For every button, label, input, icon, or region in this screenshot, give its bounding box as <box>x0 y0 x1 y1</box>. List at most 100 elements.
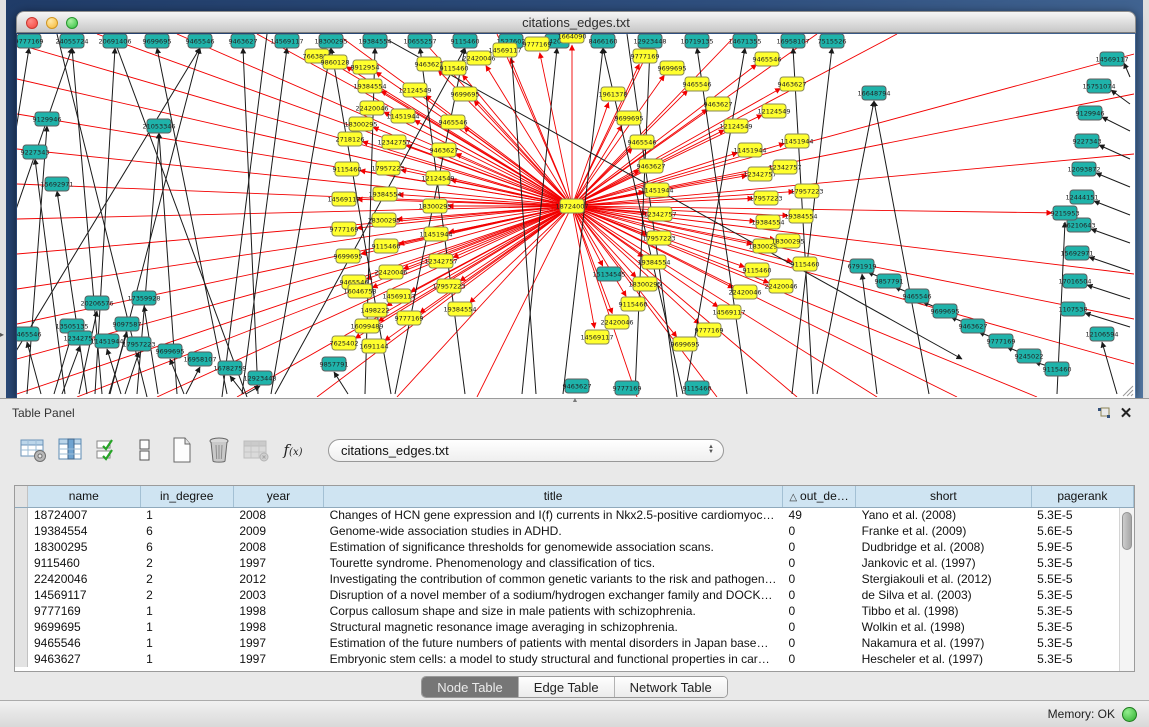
graph-node[interactable]: 9097587 <box>113 317 142 331</box>
cell-in_degree[interactable]: 2 <box>140 571 233 587</box>
cell-short[interactable]: Tibbo et al. (1998) <box>856 603 1032 619</box>
graph-node[interactable]: 9860128 <box>321 55 350 69</box>
graph-node[interactable]: 12342757 <box>643 207 676 221</box>
graph-node[interactable]: 9465546 <box>903 289 932 303</box>
cell-short[interactable]: Jankovic et al. (1997) <box>856 555 1032 571</box>
graph-node[interactable]: 22420046 <box>374 265 407 279</box>
cell-out_degree[interactable]: 0 <box>783 635 856 651</box>
graph-node[interactable]: 18300295 <box>628 277 661 291</box>
graph-node[interactable]: 9115460 <box>1043 362 1072 376</box>
cell-out_degree[interactable]: 0 <box>783 603 856 619</box>
cell-short[interactable]: Hescheler et al. (1997) <box>856 651 1032 667</box>
graph-node[interactable]: 9463627 <box>637 159 666 173</box>
graph-node[interactable]: 9777169 <box>523 37 552 51</box>
cell-in_degree[interactable]: 1 <box>140 603 233 619</box>
graph-node[interactable]: 12923448 <box>633 34 666 48</box>
cell-year[interactable]: 1998 <box>233 619 323 635</box>
graph-node[interactable]: 9699695 <box>671 337 700 351</box>
cell-year[interactable]: 2003 <box>233 587 323 603</box>
graph-node[interactable]: 9777169 <box>695 323 724 337</box>
cell-short[interactable]: Yano et al. (2008) <box>856 507 1032 523</box>
resize-grip-icon[interactable] <box>1120 383 1134 397</box>
graph-node[interactable]: 19384554 <box>353 79 386 93</box>
cell-title[interactable]: Disruption of a novel member of a sodium… <box>324 587 783 603</box>
graph-node[interactable]: 9463627 <box>430 143 459 157</box>
cell-year[interactable]: 1997 <box>233 635 323 651</box>
graph-node[interactable]: 9777169 <box>17 34 43 48</box>
graph-node[interactable]: 17359928 <box>127 291 160 305</box>
delete-table-button[interactable] <box>240 434 272 466</box>
table-row[interactable]: 1830029562008Estimation of significance … <box>15 539 1134 555</box>
graph-node[interactable]: 12124549 <box>398 83 431 97</box>
minimize-window-button[interactable] <box>46 17 58 29</box>
cell-title[interactable]: Structural magnetic resonance image aver… <box>324 619 783 635</box>
graph-node[interactable]: 18300295 <box>344 117 377 131</box>
graph-edge-red[interactable] <box>540 53 572 206</box>
graph-edge-red[interactable] <box>17 149 572 206</box>
column-header-title[interactable]: title <box>324 486 783 507</box>
graph-edge-black[interactable] <box>107 349 121 394</box>
graph-node[interactable]: 8912954 <box>351 60 380 74</box>
select-all-button[interactable] <box>92 434 124 466</box>
graph-node[interactable]: 9857791 <box>320 357 349 371</box>
cell-in_degree[interactable]: 6 <box>140 523 233 539</box>
graph-node[interactable]: 9115460 <box>791 257 820 271</box>
cell-name[interactable]: 22420046 <box>28 571 141 587</box>
graph-node[interactable]: 15134545 <box>592 267 625 281</box>
network-view-window[interactable]: citations_edges.txt 97771692405572420691… <box>16 11 1136 398</box>
graph-node[interactable]: 9699695 <box>658 61 687 75</box>
create-column-button[interactable] <box>166 434 198 466</box>
cell-in_degree[interactable]: 6 <box>140 539 233 555</box>
table-row[interactable]: 911546021997Tourette syndrome. Phenomeno… <box>15 555 1134 571</box>
graph-node[interactable]: 19384554 <box>358 34 391 48</box>
graph-node[interactable]: 14569117 <box>382 289 415 303</box>
cell-year[interactable]: 2008 <box>233 539 323 555</box>
column-header-short[interactable]: short <box>856 486 1032 507</box>
cell-in_degree[interactable]: 2 <box>140 587 233 603</box>
cell-title[interactable]: Changes of HCN gene expression and I(f) … <box>324 507 783 523</box>
graph-node[interactable]: 16046758 <box>343 284 376 298</box>
cell-out_degree[interactable]: 0 <box>783 587 856 603</box>
graph-node[interactable]: 10719135 <box>680 34 713 48</box>
table-row[interactable]: 1456911722003Disruption of a novel membe… <box>15 587 1134 603</box>
graph-node[interactable]: 12342757 <box>424 254 457 268</box>
graph-node[interactable]: 9115460 <box>619 297 648 311</box>
graph-node[interactable]: 12124549 <box>421 171 454 185</box>
graph-edge-black[interactable] <box>1102 117 1130 131</box>
column-selector-button[interactable] <box>55 434 87 466</box>
graph-edge-red[interactable] <box>17 206 572 289</box>
cell-title[interactable]: Investigating the contribution of common… <box>324 571 783 587</box>
cell-year[interactable]: 1997 <box>233 555 323 571</box>
cell-short[interactable]: de Silva et al. (2003) <box>856 587 1032 603</box>
table-row[interactable]: 969969511998Structural magnetic resonanc… <box>15 619 1134 635</box>
graph-node[interactable]: 9215953 <box>1051 206 1080 220</box>
column-header-in_degree[interactable]: in_degree <box>140 486 233 507</box>
cell-in_degree[interactable]: 1 <box>140 651 233 667</box>
graph-node[interactable]: 9699695 <box>931 304 960 318</box>
graph-node[interactable]: 9699695 <box>156 344 185 358</box>
graph-node[interactable]: 18724007 <box>555 199 588 213</box>
cell-name[interactable]: 14569117 <box>28 587 141 603</box>
graph-node[interactable]: 19384554 <box>368 187 401 201</box>
graph-node[interactable]: 1691144 <box>360 339 389 353</box>
graph-node[interactable]: 9857791 <box>875 274 904 288</box>
delete-column-button[interactable] <box>203 434 235 466</box>
cell-short[interactable]: Franke et al. (2009) <box>856 523 1032 539</box>
graph-edge-black[interactable] <box>186 367 200 394</box>
graph-node[interactable]: 9777169 <box>631 49 660 63</box>
graph-edge-black[interactable] <box>125 352 139 394</box>
graph-node[interactable]: 19384554 <box>784 209 817 223</box>
graph-node[interactable]: 19384554 <box>751 215 784 229</box>
cell-year[interactable]: 2009 <box>233 523 323 539</box>
graph-node[interactable]: 6791919 <box>848 259 877 273</box>
graph-edge-black[interactable] <box>1102 342 1117 394</box>
graph-node[interactable]: 9465546 <box>439 115 468 129</box>
panel-collapse-arrow-icon[interactable]: ▸ <box>0 330 4 339</box>
graph-node[interactable]: 12342757 <box>377 135 410 149</box>
graph-node[interactable]: 9463627 <box>563 379 592 393</box>
graph-edge-black[interactable] <box>1091 229 1130 243</box>
graph-node[interactable]: 14569117 <box>712 305 745 319</box>
graph-node[interactable]: 9777169 <box>395 311 424 325</box>
graph-edge-black[interactable] <box>1124 63 1130 77</box>
graph-node[interactable]: 15751074 <box>1082 79 1115 93</box>
